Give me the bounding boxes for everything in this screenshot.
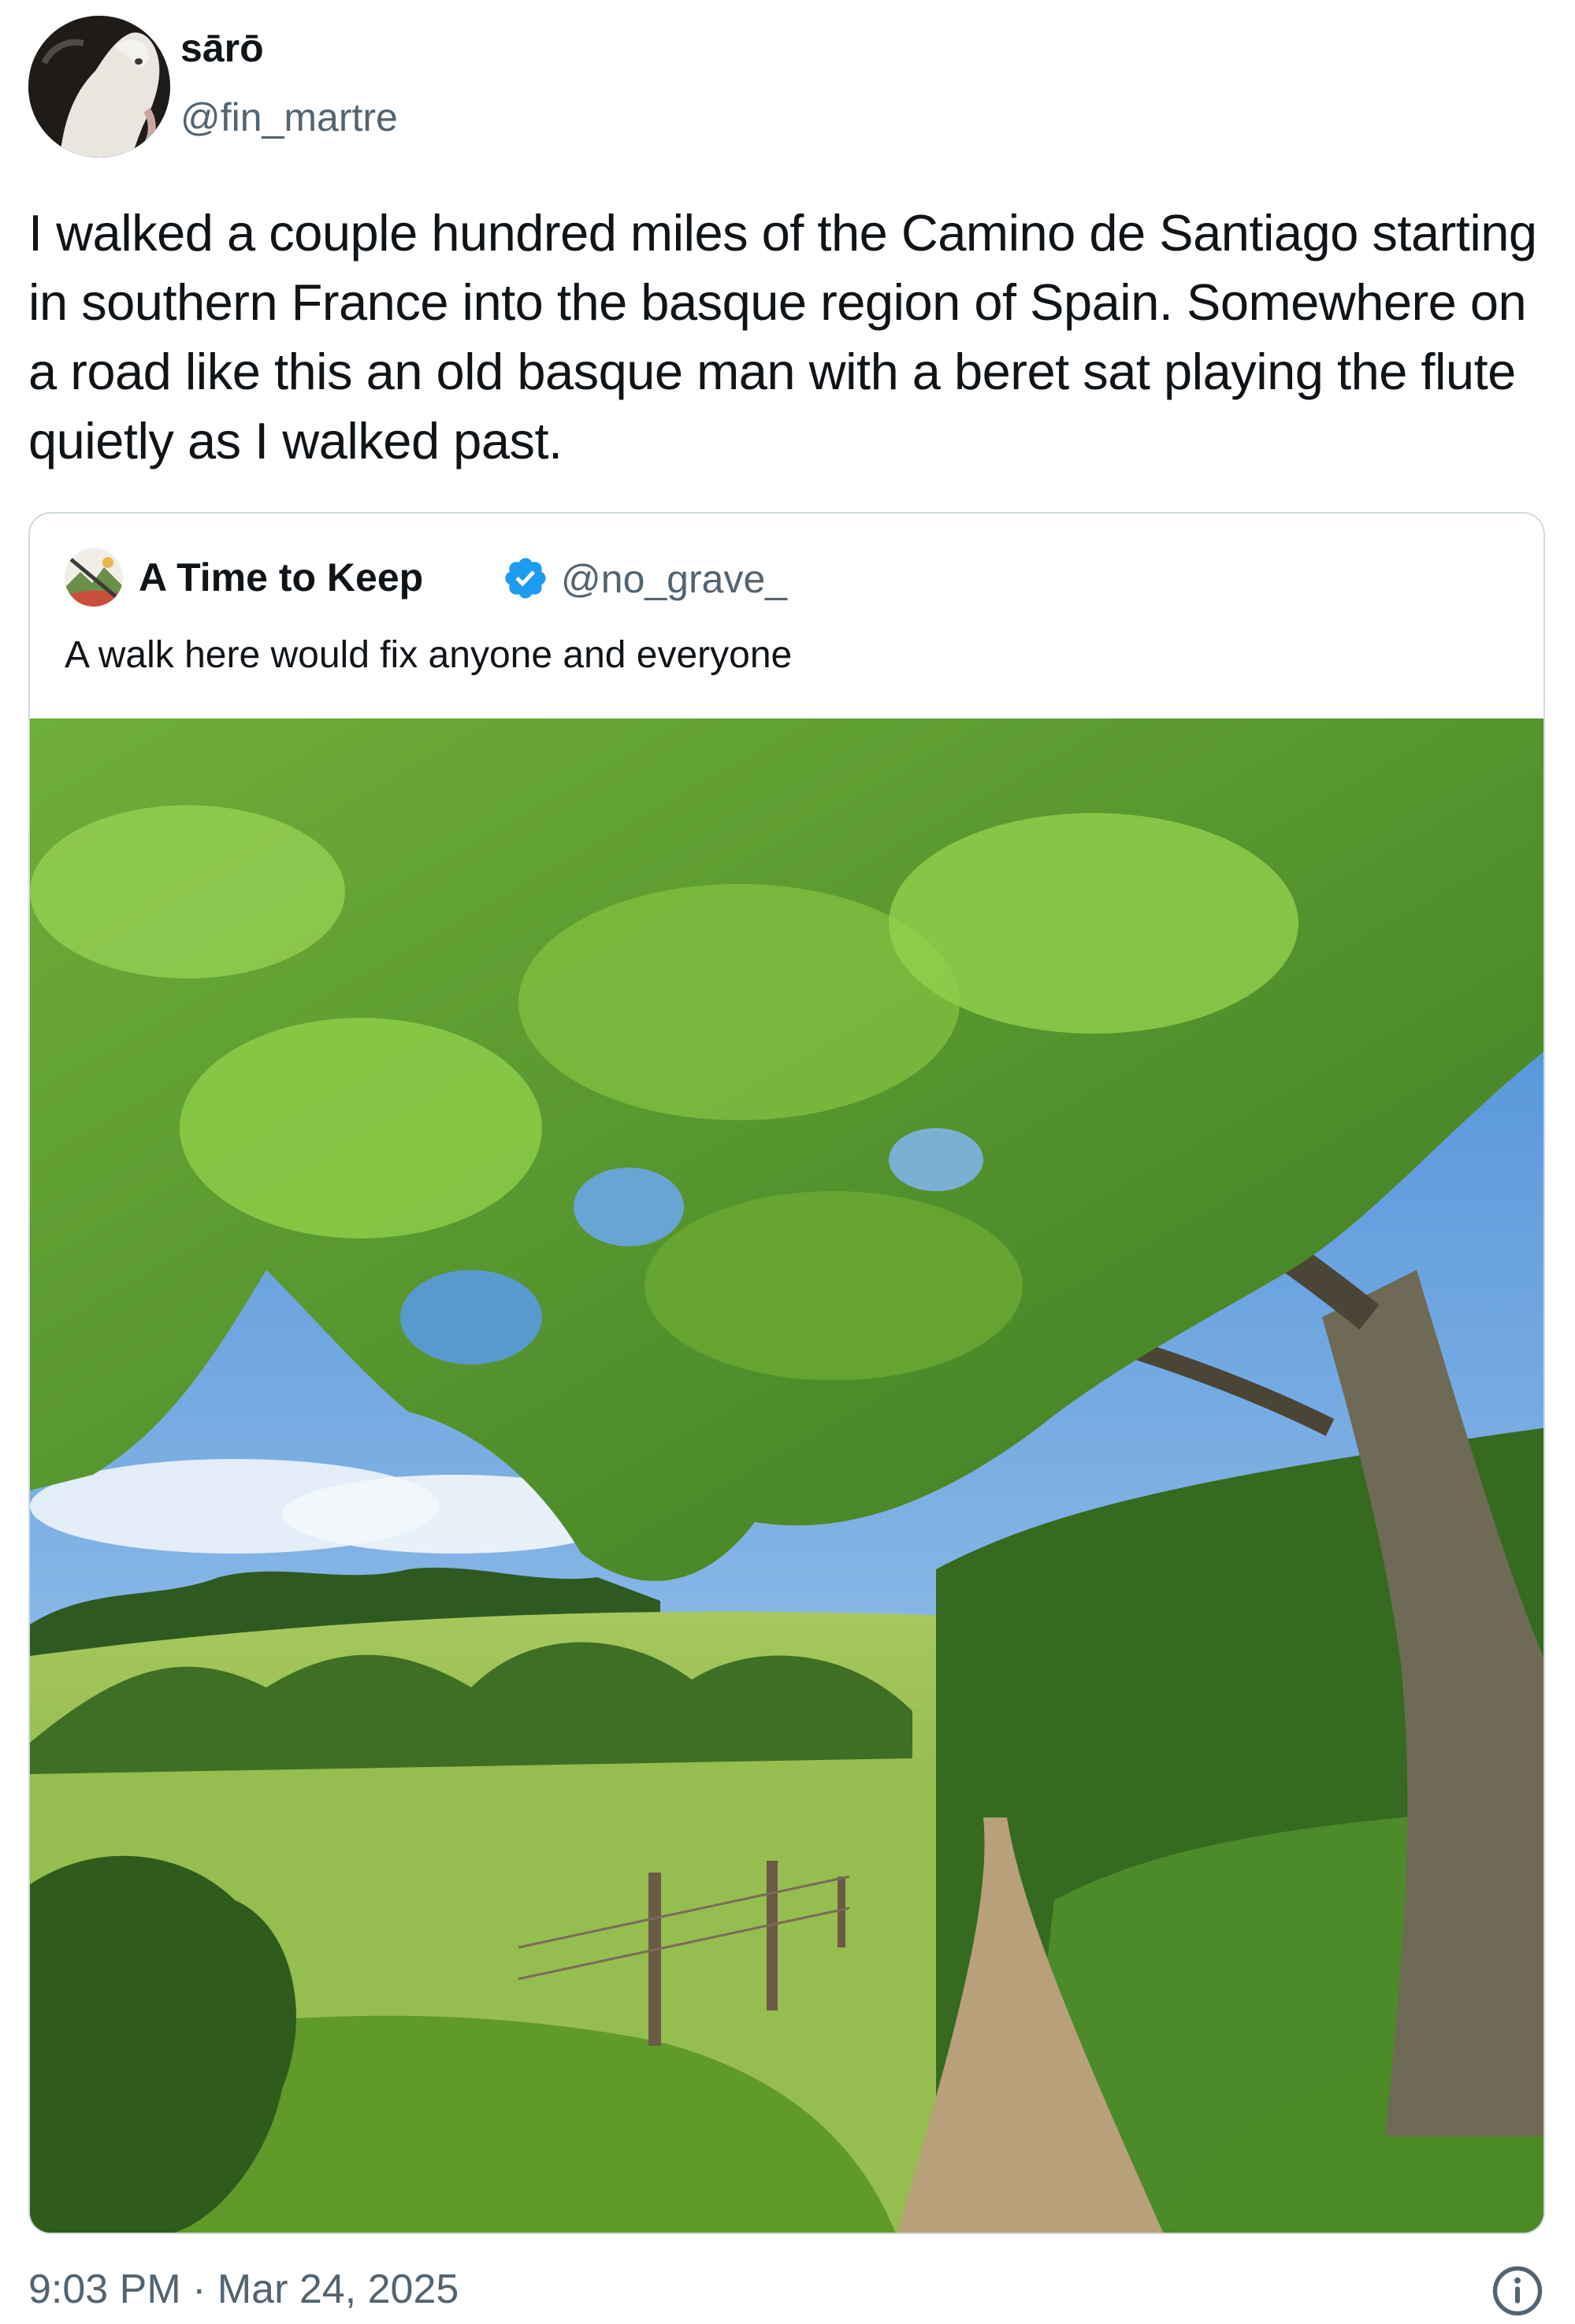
author-avatar[interactable] (28, 16, 170, 158)
quote-text: A walk here would fix anyone and everyon… (65, 634, 793, 676)
countryside-path-photo[interactable] (30, 718, 1543, 2233)
quote-author-name[interactable]: A Time to Keep (139, 558, 423, 597)
tweet: sārō @fin_martre I walked a couple hundr… (0, 0, 1575, 2324)
info-icon[interactable] (1489, 2263, 1546, 2319)
tweet-timestamp[interactable]: 9:03 PM · Mar 24, 2025 (28, 2269, 459, 2310)
landscape-icon (65, 548, 123, 607)
quote-author-handle[interactable]: @no_grave_ (561, 559, 787, 599)
author-name[interactable]: sārō (180, 28, 264, 68)
quote-author-avatar[interactable] (65, 548, 123, 607)
tweet-text: I walked a couple hundred miles of the C… (28, 204, 1537, 470)
author-handle[interactable]: @fin_martre (180, 98, 398, 137)
white-horse-icon (28, 16, 170, 158)
quoted-tweet-card[interactable]: A Time to Keep @no_grave_ A walk here wo… (28, 512, 1545, 2234)
verified-badge-icon (502, 555, 549, 602)
